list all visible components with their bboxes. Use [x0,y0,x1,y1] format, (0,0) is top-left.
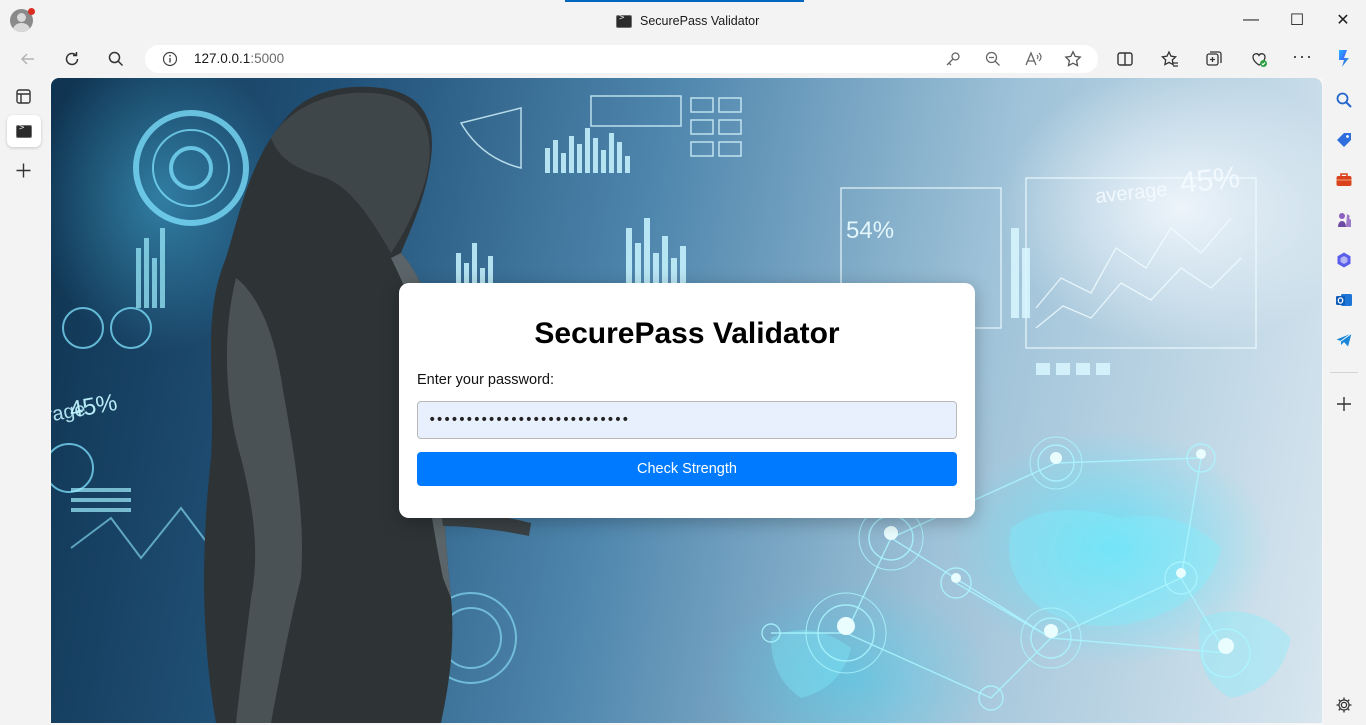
minimize-button[interactable]: — [1228,0,1274,40]
terminal-icon [16,123,32,138]
sidebar-settings-gear-icon[interactable] [1335,696,1353,714]
sidebar-separator [1330,372,1358,373]
active-tab-indicator [565,0,804,2]
tab-actions-icon[interactable] [15,88,32,105]
password-key-icon[interactable] [944,50,962,68]
window-title: SecurePass Validator [616,12,759,30]
title-bar: SecurePass Validator — ☐ ✕ [0,0,1366,40]
microsoft-365-icon[interactable] [1335,251,1353,269]
more-options-icon[interactable]: ··· [1292,46,1313,67]
read-aloud-icon[interactable] [1024,50,1042,68]
refresh-button[interactable] [56,44,88,74]
shopping-tag-icon[interactable] [1335,131,1353,149]
games-chess-icon[interactable] [1335,211,1353,229]
password-card: SecurePass Validator Enter your password… [399,283,975,518]
password-input[interactable] [417,401,957,439]
zoom-out-icon[interactable] [984,50,1002,68]
refresh-icon [65,52,79,66]
url-host: 127.0.0.1 [194,51,251,66]
page-title: SecurePass Validator [534,317,840,350]
notification-dot [28,8,35,15]
terminal-icon [616,13,632,28]
copilot-icon[interactable] [1333,47,1355,69]
page-viewport: 54% average 45% 45% rage SecurePass Vali… [51,78,1322,723]
tab-securepass-validator[interactable] [7,115,41,147]
check-strength-button[interactable]: Check Strength [417,452,957,486]
collections-icon[interactable] [1205,50,1223,68]
back-button[interactable] [12,44,44,74]
new-tab-icon[interactable] [15,162,32,179]
password-label: Enter your password: [417,372,555,388]
search-button[interactable] [100,44,132,74]
site-info-icon[interactable] [162,51,178,67]
back-arrow-icon [20,53,34,65]
overlay-age-fragment: rage [51,398,87,427]
url-port: :5000 [250,51,285,66]
overlay-average: average [1094,179,1168,208]
overlay-pct-45-right: 45% [1178,161,1241,200]
close-button[interactable]: ✕ [1320,0,1366,40]
maximize-button[interactable]: ☐ [1274,0,1320,40]
browser-essentials-icon[interactable] [1249,49,1269,69]
tools-briefcase-icon[interactable] [1335,171,1353,189]
send-paper-plane-icon[interactable] [1335,331,1353,349]
split-screen-icon[interactable] [1116,50,1134,68]
outlook-icon[interactable] [1335,291,1353,309]
overlay-pct-54: 54% [846,217,894,244]
window-title-text: SecurePass Validator [640,14,760,28]
url-text[interactable]: 127.0.0.1:5000 [194,51,284,66]
favorite-star-icon[interactable] [1064,50,1082,68]
favorites-icon[interactable] [1161,50,1179,68]
add-sidebar-app-icon[interactable] [1336,396,1352,412]
sidebar-search-icon[interactable] [1335,91,1353,109]
search-icon [108,51,124,67]
